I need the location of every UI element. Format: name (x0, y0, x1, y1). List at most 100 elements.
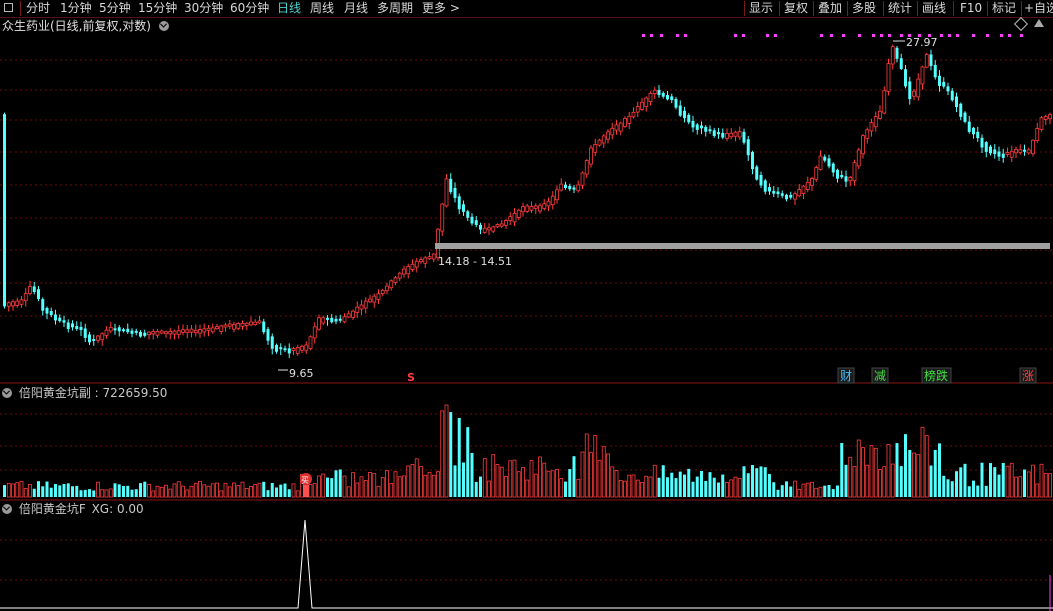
signal-dot (872, 34, 875, 37)
volume-bar (453, 465, 457, 497)
volume-bar (193, 482, 198, 498)
triangle-up-icon[interactable] (1034, 19, 1044, 27)
candle-body (37, 289, 40, 299)
candle-body (763, 180, 767, 192)
candle-body (206, 327, 211, 331)
volume-bar (993, 467, 997, 497)
volume-bar (691, 481, 695, 497)
volume-bar (389, 482, 394, 498)
volume-bar (737, 477, 742, 498)
signal-dot (986, 34, 989, 37)
candle-body (768, 187, 771, 192)
volume-bar (499, 466, 504, 498)
candle-body (950, 90, 954, 101)
volume-bar (37, 481, 40, 497)
candle-body (805, 181, 810, 190)
candle-body (886, 63, 891, 92)
volume-bar (71, 486, 74, 497)
volume-bar (23, 488, 28, 498)
signal-dot (888, 34, 891, 37)
volume-bar (963, 463, 967, 497)
candle-body (1039, 117, 1044, 131)
colon-separator: : (94, 386, 99, 400)
volume-bar (104, 489, 109, 498)
candle-body (989, 146, 992, 154)
settings-dropdown-icon[interactable] (158, 21, 169, 31)
candle-body (840, 174, 844, 178)
candle-body (529, 205, 534, 211)
volume-bar (283, 483, 287, 497)
candle-body (1001, 153, 1005, 158)
candle-body (474, 220, 478, 225)
candle-body (300, 345, 304, 351)
signal-dot (858, 34, 861, 37)
volume-bar (521, 466, 525, 498)
volume-bar (687, 468, 691, 497)
candle-body (279, 347, 283, 350)
candle-body (521, 206, 525, 213)
candle-body (572, 187, 576, 190)
volume-bar (6, 482, 11, 498)
volume-bar (436, 471, 440, 498)
volume-bar (143, 481, 147, 497)
volume-bar (206, 485, 211, 498)
volume-bar (58, 485, 62, 497)
candle-body (542, 203, 547, 209)
pane-dropdown-icon[interactable] (2, 504, 12, 514)
candle-body (368, 298, 372, 303)
candle-body (419, 259, 423, 263)
candle-body (576, 184, 581, 192)
volume-bar (840, 442, 844, 497)
candle-body (512, 213, 517, 223)
candle-body (776, 191, 780, 195)
candle-body (823, 156, 827, 161)
candle-body (117, 327, 121, 332)
volume-bar (942, 475, 946, 497)
candle-body (351, 310, 355, 318)
volume-bar (495, 464, 500, 498)
volume-bar (257, 482, 262, 498)
volume-bar (244, 488, 249, 498)
volume-bar (223, 482, 228, 498)
candle-body (984, 142, 988, 152)
signal-dot (676, 34, 679, 37)
candle-body (516, 209, 521, 218)
candle-body (92, 339, 96, 342)
volume-bar (763, 467, 767, 497)
volume-bar (568, 469, 572, 497)
candle-body (924, 54, 929, 68)
volume-bar (466, 427, 470, 497)
volume-bar (75, 485, 79, 497)
pane-dropdown-icon[interactable] (2, 388, 12, 398)
sell-marker: S (407, 371, 415, 384)
volume-bar (312, 483, 317, 498)
candle-body (495, 224, 500, 228)
volume-bar (393, 471, 398, 498)
volume-bar (572, 456, 576, 497)
volume-bar (308, 484, 313, 498)
volume-bar (28, 484, 32, 498)
volume-bar (683, 474, 686, 497)
candle-body (942, 81, 946, 87)
candle-body (130, 330, 134, 334)
candle-body (423, 257, 428, 264)
candle-body (389, 280, 394, 289)
candle-body (457, 196, 461, 210)
volume-bar (1026, 471, 1031, 498)
volume-bar (275, 487, 278, 497)
signal-dot (774, 34, 777, 37)
candle-body (385, 285, 389, 292)
indicator-value: XG: 0.00 (91, 502, 144, 516)
candle-body (317, 317, 321, 330)
candle-body (181, 329, 185, 333)
candle-body (725, 133, 729, 139)
volume-bar (508, 460, 513, 498)
volume-bar (678, 471, 682, 497)
volume-bar (355, 482, 360, 498)
kline-chart[interactable]: 14.18 - 14.51 9.65 27.97 S 财 减 榜跌 涨买 (0, 0, 1053, 611)
volume-pane-title: 倍阳黄金坑副 : 722659.50 (2, 385, 167, 401)
candle-body (283, 348, 287, 351)
volume-indicator-name: 倍阳黄金坑副 (18, 386, 91, 400)
volume-bar (980, 462, 984, 497)
volume-bar (326, 477, 329, 497)
